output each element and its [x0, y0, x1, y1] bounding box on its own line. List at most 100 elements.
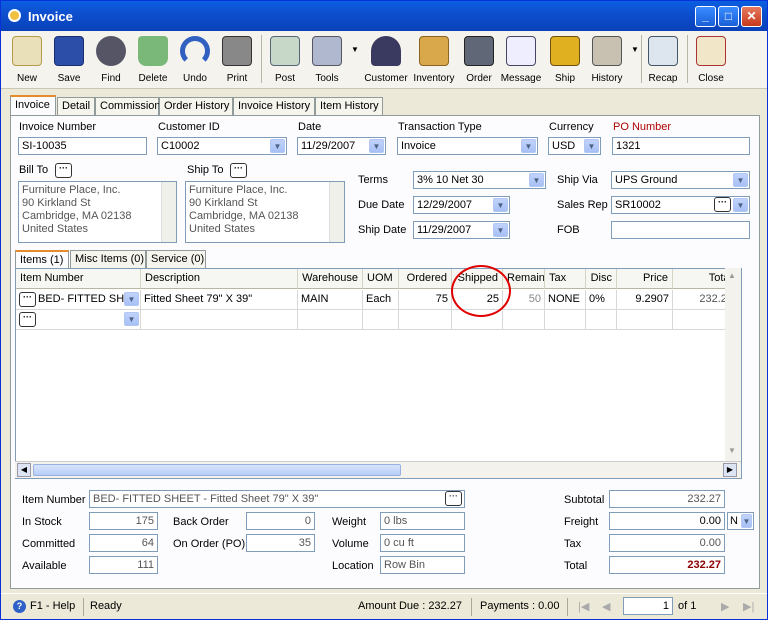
tab-commission[interactable]: Commission [95, 97, 161, 115]
grid-vertical-scrollbar[interactable]: ▲ ▼ [725, 268, 741, 461]
scroll-thumb[interactable] [33, 464, 401, 476]
cell-disc[interactable]: 0% [586, 290, 617, 310]
tab-service[interactable]: Service (0) [146, 250, 206, 268]
cell-item-number[interactable]: ··· BED- FITTED SHEE ▼ [16, 290, 141, 310]
page-number-input[interactable]: 1 [623, 597, 673, 615]
cell-ordered[interactable]: 75 [399, 290, 452, 310]
undo-button[interactable]: Undo [175, 33, 215, 87]
tools-dropdown-arrow[interactable]: ▼ [351, 45, 359, 54]
chevron-down-icon[interactable]: ▼ [124, 292, 139, 306]
empty-cell[interactable] [545, 310, 586, 330]
col-ordered[interactable]: Ordered [399, 269, 452, 289]
currency-select[interactable]: USD ▼ [548, 137, 601, 155]
empty-cell[interactable] [141, 310, 298, 330]
empty-cell[interactable] [298, 310, 363, 330]
history-button[interactable]: History [587, 33, 627, 87]
scroll-right-icon[interactable]: ▶ [723, 463, 737, 477]
prev-page-icon[interactable]: ◀ [602, 600, 610, 613]
col-uom[interactable]: UOM [363, 269, 399, 289]
empty-cell[interactable] [399, 310, 452, 330]
bill-to-scrollbar[interactable] [161, 182, 176, 242]
bill-to-lookup-button[interactable]: ··· [55, 163, 72, 178]
delete-button[interactable]: Delete [133, 33, 173, 87]
tab-order-history[interactable]: Order History [159, 97, 233, 115]
chevron-down-icon[interactable]: ▼ [493, 198, 508, 212]
item-lookup-button[interactable]: ··· [19, 312, 36, 327]
new-item-cell[interactable]: ··· ▼ [16, 310, 141, 330]
tab-misc-items[interactable]: Misc Items (0) [70, 250, 146, 268]
tab-item-history[interactable]: Item History [315, 97, 383, 115]
message-button[interactable]: Message [499, 33, 543, 87]
sales-rep-combo[interactable]: SR10002 ··· ▼ [611, 196, 750, 214]
inventory-button[interactable]: Inventory [411, 33, 457, 87]
post-button[interactable]: Post [265, 33, 305, 87]
find-button[interactable]: Find [91, 33, 131, 87]
item-lookup-button[interactable]: ··· [19, 292, 36, 307]
cell-uom[interactable]: Each [363, 290, 399, 310]
ship-button[interactable]: Ship [545, 33, 585, 87]
first-page-icon[interactable]: |◀ [578, 600, 589, 613]
chevron-down-icon[interactable]: ▼ [369, 139, 384, 153]
scroll-left-icon[interactable]: ◀ [17, 463, 31, 477]
chevron-down-icon[interactable]: ▼ [270, 139, 285, 153]
chevron-down-icon[interactable]: ▼ [124, 312, 139, 326]
cell-warehouse[interactable]: MAIN [298, 290, 363, 310]
maximize-button[interactable]: □ [718, 6, 739, 27]
customer-button[interactable]: Customer [363, 33, 409, 87]
item-info-button[interactable]: ··· [445, 491, 462, 506]
ship-to-address[interactable]: Furniture Place, Inc. 90 Kirkland St Cambr… [185, 181, 345, 243]
history-dropdown-arrow[interactable]: ▼ [631, 45, 639, 54]
tab-detail[interactable]: Detail [57, 97, 95, 115]
print-button[interactable]: Print [217, 33, 257, 87]
ship-via-select[interactable]: UPS Ground ▼ [611, 171, 750, 189]
transaction-type-select[interactable]: Invoice ▼ [397, 137, 538, 155]
minimize-button[interactable]: _ [695, 6, 716, 27]
sales-rep-lookup-button[interactable]: ··· [714, 197, 731, 212]
close-button[interactable]: Close [691, 33, 731, 87]
due-date-picker[interactable]: 12/29/2007 ▼ [413, 196, 510, 214]
chevron-down-icon[interactable]: ▼ [741, 514, 752, 528]
col-disc[interactable]: Disc [586, 269, 617, 289]
empty-cell[interactable] [363, 310, 399, 330]
cell-price[interactable]: 9.2907 [617, 290, 673, 310]
new-button[interactable]: New [7, 33, 47, 87]
chevron-down-icon[interactable]: ▼ [529, 173, 544, 187]
last-page-icon[interactable]: ▶| [743, 600, 754, 613]
cell-tax[interactable]: NONE [545, 290, 586, 310]
scroll-up-icon[interactable]: ▲ [728, 271, 736, 280]
col-tax[interactable]: Tax [545, 269, 586, 289]
col-description[interactable]: Description [141, 269, 298, 289]
col-price[interactable]: Price [617, 269, 673, 289]
recap-button[interactable]: Recap [643, 33, 683, 87]
help-text[interactable]: F1 - Help [30, 600, 75, 612]
tab-items[interactable]: Items (1) [15, 250, 69, 268]
po-number-field[interactable]: 1321 [612, 137, 750, 155]
chevron-down-icon[interactable]: ▼ [493, 223, 508, 237]
col-warehouse[interactable]: Warehouse [298, 269, 363, 289]
order-button[interactable]: Order [459, 33, 499, 87]
ship-to-lookup-button[interactable]: ··· [230, 163, 247, 178]
date-picker[interactable]: 11/29/2007 ▼ [297, 137, 386, 155]
chevron-down-icon[interactable]: ▼ [521, 139, 536, 153]
empty-cell[interactable] [617, 310, 673, 330]
tab-invoice[interactable]: Invoice [10, 95, 56, 116]
close-window-button[interactable]: ✕ [741, 6, 762, 27]
chevron-down-icon[interactable]: ▼ [733, 198, 748, 212]
chevron-down-icon[interactable]: ▼ [733, 173, 748, 187]
grid-horizontal-scrollbar[interactable]: ◀ ▶ [15, 461, 741, 478]
col-item-number[interactable]: Item Number [16, 269, 141, 289]
scroll-down-icon[interactable]: ▼ [728, 446, 736, 455]
save-button[interactable]: Save [49, 33, 89, 87]
ship-to-scrollbar[interactable] [329, 182, 344, 242]
freight-tax-code-select[interactable]: N ▼ [727, 512, 754, 530]
invoice-number-field[interactable]: SI-10035 [18, 137, 147, 155]
empty-cell[interactable] [503, 310, 545, 330]
ship-date-picker[interactable]: 11/29/2007 ▼ [413, 221, 510, 239]
cell-description[interactable]: Fitted Sheet 79" X 39" [141, 290, 298, 310]
tools-button[interactable]: Tools [307, 33, 347, 87]
next-page-icon[interactable]: ▶ [721, 600, 729, 613]
empty-cell[interactable] [586, 310, 617, 330]
chevron-down-icon[interactable]: ▼ [584, 139, 599, 153]
bill-to-address[interactable]: Furniture Place, Inc. 90 Kirkland St Cambr… [18, 181, 177, 243]
terms-select[interactable]: 3% 10 Net 30 ▼ [413, 171, 546, 189]
